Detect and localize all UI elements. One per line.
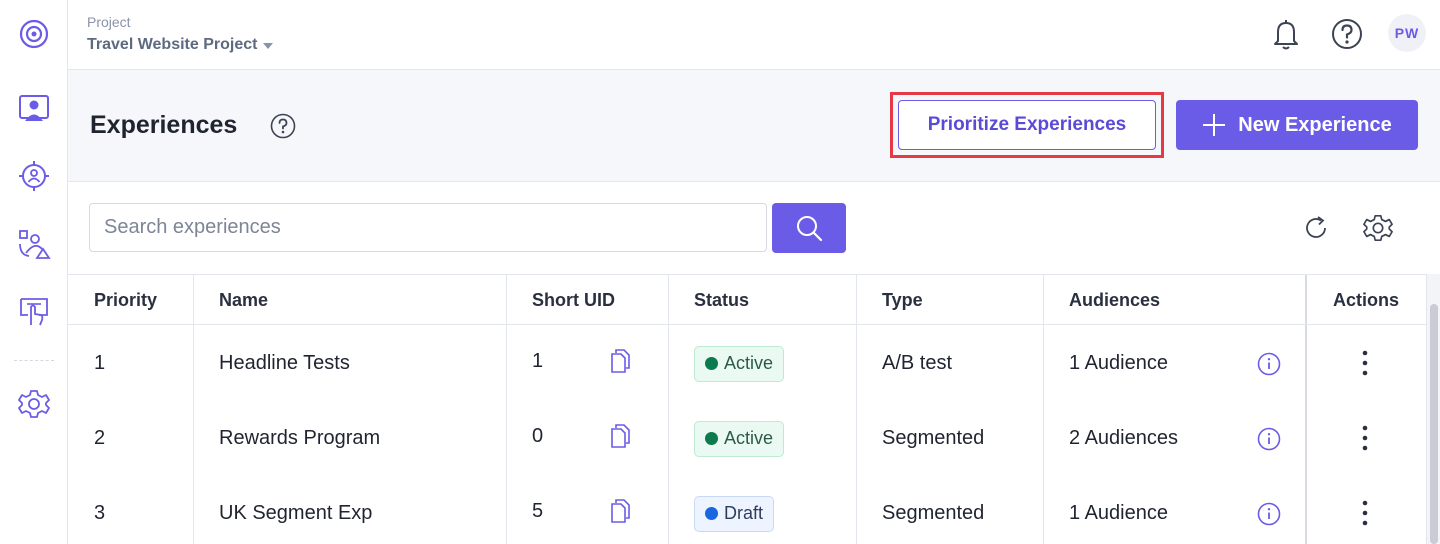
help-icon[interactable]	[1327, 14, 1367, 54]
more-actions-icon[interactable]	[1355, 496, 1375, 530]
help-icon[interactable]	[269, 112, 297, 140]
status-label: Active	[724, 353, 774, 373]
column-header-type[interactable]: Type	[856, 275, 923, 325]
audiences-cell: 1 Audience	[1069, 502, 1168, 524]
prioritize-experiences-button[interactable]: Prioritize Experiences	[898, 100, 1156, 150]
info-icon[interactable]	[1256, 351, 1282, 377]
copy-icon[interactable]	[608, 421, 634, 451]
name-cell[interactable]: Headline Tests	[193, 326, 350, 401]
column-header-priority[interactable]: Priority	[68, 275, 157, 325]
gear-icon[interactable]	[1358, 208, 1398, 248]
status-dot	[705, 357, 718, 370]
project-label: Project	[87, 14, 131, 30]
experiences-icon[interactable]	[14, 88, 54, 128]
scrollbar-thumb[interactable]	[1430, 304, 1438, 544]
type-cell: Segmented	[882, 502, 985, 524]
top-bar: Project Travel Website Project PW	[68, 0, 1440, 70]
column-header-short-uid[interactable]: Short UID	[506, 275, 615, 325]
status-cell: Active	[668, 326, 785, 401]
status-badge: Draft	[694, 495, 775, 532]
status-dot	[705, 432, 718, 445]
plus-icon	[1203, 114, 1226, 136]
new-experience-button[interactable]: New Experience	[1176, 100, 1418, 150]
refresh-icon[interactable]	[1296, 208, 1336, 248]
status-cell: Draft	[668, 476, 775, 544]
table-row[interactable]: 1 Headline Tests 1 Active A/B test 1 Aud…	[68, 326, 1426, 401]
copy-icon[interactable]	[608, 346, 634, 376]
audiences-cell: 1 Audience	[1069, 352, 1168, 374]
name-cell[interactable]: Rewards Program	[193, 401, 380, 476]
bell-icon[interactable]	[1266, 14, 1306, 54]
targeting-icon[interactable]	[14, 156, 54, 196]
logo-target-icon[interactable]	[14, 14, 54, 54]
status-badge: Active	[694, 420, 785, 457]
column-header-audiences[interactable]: Audiences	[1043, 275, 1160, 325]
uid-cell: 0	[532, 425, 544, 447]
uid-cell: 1	[532, 350, 544, 372]
audiences-icon[interactable]	[14, 224, 54, 264]
project-selector[interactable]: Travel Website Project	[87, 36, 274, 54]
table-header: Priority Name Short UID Status Type Audi…	[68, 275, 1426, 325]
new-experience-label: New Experience	[1238, 113, 1392, 136]
page-header: Experiences Prioritize Experiences New E…	[68, 70, 1440, 182]
table-row[interactable]: 3 UK Segment Exp 5 Draft Segmented 1 Aud…	[68, 476, 1426, 544]
status-badge: Active	[694, 345, 785, 382]
column-header-name[interactable]: Name	[193, 275, 268, 325]
priority-cell: 2	[94, 427, 106, 449]
touch-icon[interactable]	[14, 292, 54, 332]
audiences-cell: 2 Audiences	[1069, 427, 1178, 449]
type-cell: A/B test	[882, 352, 953, 374]
search-icon	[797, 216, 823, 242]
more-actions-icon[interactable]	[1355, 421, 1375, 455]
table-scrollbar[interactable]	[1426, 274, 1440, 544]
name-cell[interactable]: UK Segment Exp	[193, 476, 372, 544]
column-header-status[interactable]: Status	[668, 275, 749, 325]
page-title: Experiences	[90, 111, 238, 139]
caret-down-icon	[263, 43, 274, 49]
status-dot	[705, 507, 718, 520]
info-icon[interactable]	[1256, 426, 1282, 452]
copy-icon[interactable]	[608, 496, 634, 526]
avatar[interactable]: PW	[1388, 14, 1426, 52]
experiences-table: Priority Name Short UID Status Type Audi…	[68, 274, 1426, 544]
settings-icon[interactable]	[14, 384, 54, 424]
priority-cell: 1	[94, 352, 106, 374]
uid-cell: 5	[532, 500, 544, 522]
table-row[interactable]: 2 Rewards Program 0 Active Segmented 2 A…	[68, 401, 1426, 476]
search-button[interactable]	[772, 203, 846, 253]
project-name: Travel Website Project	[87, 36, 258, 53]
column-header-actions: Actions	[1333, 289, 1400, 310]
sidebar-divider	[14, 360, 54, 361]
search-input[interactable]	[89, 203, 767, 252]
priority-cell: 3	[94, 502, 106, 524]
type-cell: Segmented	[882, 427, 985, 449]
more-actions-icon[interactable]	[1355, 346, 1375, 380]
info-icon[interactable]	[1256, 501, 1282, 527]
sidebar	[0, 0, 68, 544]
status-label: Draft	[724, 503, 764, 523]
status-label: Active	[724, 428, 774, 448]
status-cell: Active	[668, 401, 785, 476]
